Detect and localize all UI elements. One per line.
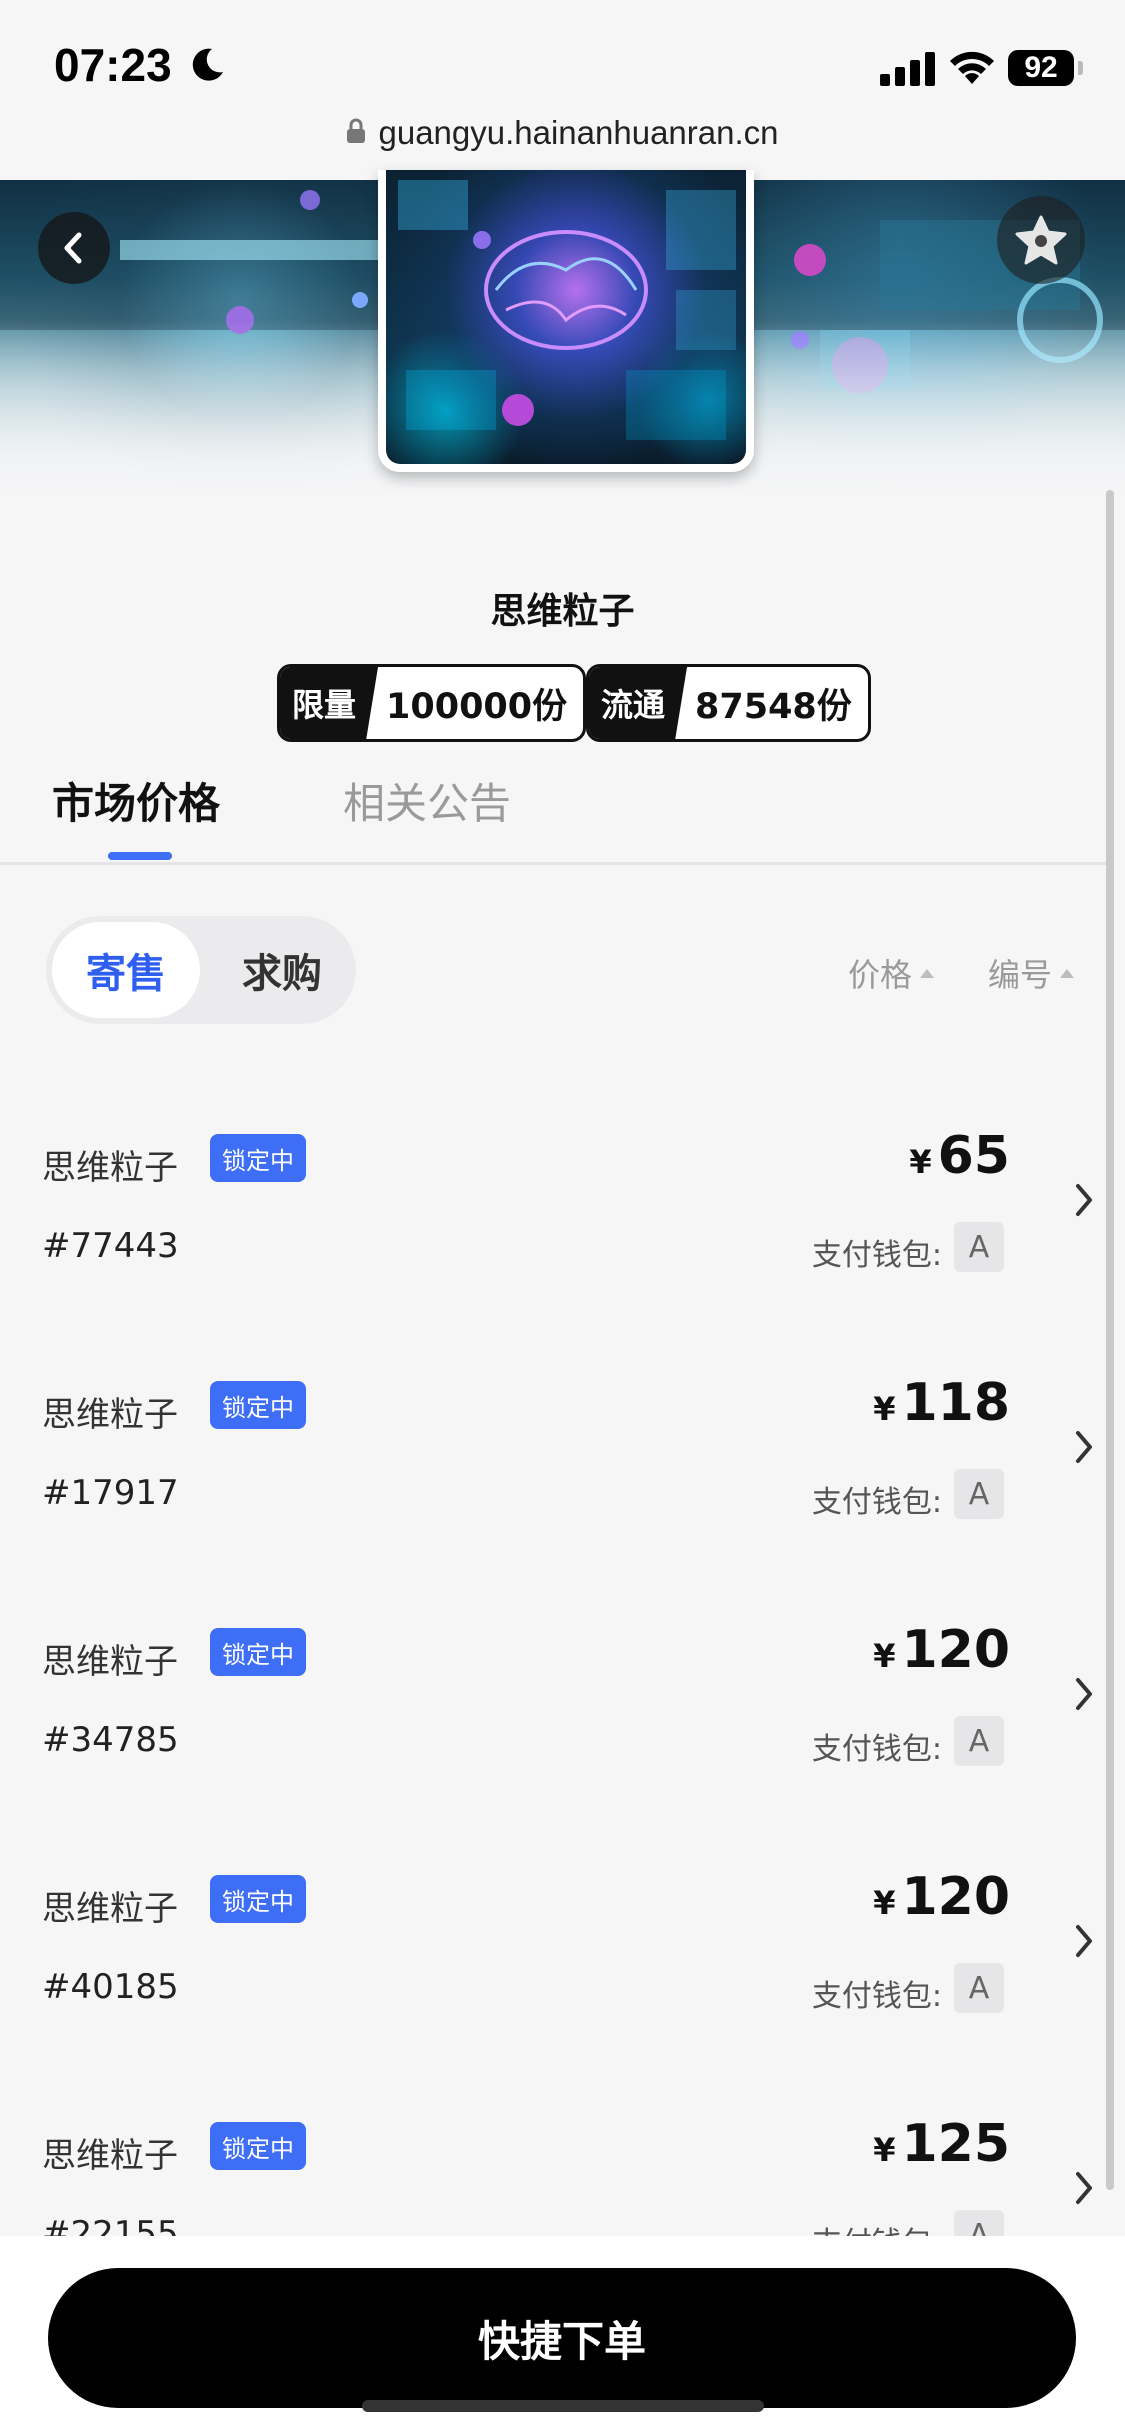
sort-by-serial[interactable]: 编号 xyxy=(988,950,1075,996)
wallet-chip: A xyxy=(954,1963,1004,2013)
locked-tag: 锁定中 xyxy=(210,1134,306,1182)
listing-name: 思维粒子 xyxy=(42,2136,178,2176)
chevron-left-icon xyxy=(64,232,82,264)
listing-price: ¥ 125 xyxy=(873,2114,1010,2174)
currency-symbol: ¥ xyxy=(873,1637,896,1675)
battery-indicator: 92 xyxy=(1008,50,1074,86)
listing-name: 思维粒子 xyxy=(42,1395,178,1435)
battery-cap xyxy=(1078,61,1083,75)
price-value: 120 xyxy=(901,1620,1010,1680)
sort-up-icon xyxy=(1060,968,1075,978)
tab-market-price[interactable]: 市场价格 xyxy=(52,770,220,831)
sort-up-icon xyxy=(920,968,935,978)
segment-buy[interactable]: 求购 xyxy=(216,922,348,1018)
scrollbar[interactable] xyxy=(1106,490,1114,2190)
lock-icon xyxy=(346,114,366,152)
favorite-button[interactable] xyxy=(997,196,1085,284)
listing-serial: #40185 xyxy=(42,1967,179,2007)
currency-symbol: ¥ xyxy=(873,2131,896,2169)
listing-serial: #34785 xyxy=(42,1720,179,1760)
price-value: 125 xyxy=(901,2114,1010,2174)
listing-price: ¥ 65 xyxy=(909,1126,1010,1186)
star-icon xyxy=(1015,215,1067,265)
chevron-right-icon xyxy=(1072,1674,1096,1718)
listing-row[interactable]: 思维粒子 锁定中 ¥ 120 #40185 支付钱包: A xyxy=(0,1867,1110,2127)
listing-price: ¥ 120 xyxy=(873,1867,1010,1927)
currency-symbol: ¥ xyxy=(873,1390,896,1428)
circulation-badge: 流通 87548份 xyxy=(586,664,871,742)
circulation-label: 流通 xyxy=(589,667,688,739)
chevron-right-icon xyxy=(1072,1427,1096,1471)
sell-buy-toggle: 寄售 求购 xyxy=(46,916,356,1024)
wallet-chip: A xyxy=(954,1469,1004,1519)
locked-tag: 锁定中 xyxy=(210,1628,306,1676)
listing-serial: #17917 xyxy=(42,1473,179,1513)
home-indicator[interactable] xyxy=(362,2400,764,2412)
locked-tag: 锁定中 xyxy=(210,1875,306,1923)
listing-name: 思维粒子 xyxy=(42,1148,178,1188)
wallet-chip: A xyxy=(954,1716,1004,1766)
wallet-chip: A xyxy=(954,1222,1004,1272)
chevron-right-icon xyxy=(1072,1921,1096,1965)
moon-icon xyxy=(188,46,226,88)
brain-illustration xyxy=(398,180,736,440)
limit-badge: 限量 100000份 xyxy=(277,664,587,742)
tab-active-indicator xyxy=(108,852,172,860)
listing-price: ¥ 118 xyxy=(873,1373,1010,1433)
price-value: 65 xyxy=(937,1126,1010,1186)
wifi-icon xyxy=(948,48,996,90)
price-value: 118 xyxy=(901,1373,1010,1433)
quick-order-button[interactable]: 快捷下单 xyxy=(48,2268,1076,2408)
sort-price-label: 价格 xyxy=(848,956,913,994)
listing-serial: #77443 xyxy=(42,1226,179,1266)
wallet-label: 支付钱包: xyxy=(811,1979,942,2014)
listing-name: 思维粒子 xyxy=(42,1642,178,1682)
listing-name: 思维粒子 xyxy=(42,1889,178,1929)
status-time: 07:23 xyxy=(54,39,172,91)
wallet-label: 支付钱包: xyxy=(811,1238,942,1273)
chevron-right-icon xyxy=(1072,2168,1096,2212)
listing-price: ¥ 120 xyxy=(873,1620,1010,1680)
currency-symbol: ¥ xyxy=(909,1143,932,1181)
limit-value: 100000份 xyxy=(386,686,568,727)
browser-url: guangyu.hainanhuanran.cn xyxy=(378,114,779,151)
wallet-label: 支付钱包: xyxy=(811,1485,942,1520)
listing-row[interactable]: 思维粒子 锁定中 ¥ 118 #17917 支付钱包: A xyxy=(0,1373,1110,1633)
locked-tag: 锁定中 xyxy=(210,2122,306,2170)
listing-row[interactable]: 思维粒子 锁定中 ¥ 120 #34785 支付钱包: A xyxy=(0,1620,1110,1880)
price-value: 120 xyxy=(901,1867,1010,1927)
product-cover-image xyxy=(378,170,754,472)
sort-by-price[interactable]: 价格 xyxy=(848,950,935,996)
sort-serial-label: 编号 xyxy=(988,956,1053,994)
chevron-right-icon xyxy=(1072,1180,1096,1224)
back-button[interactable] xyxy=(38,212,110,284)
tab-divider xyxy=(0,862,1110,865)
listing-row[interactable]: 思维粒子 锁定中 ¥ 65 #77443 支付钱包: A xyxy=(0,1126,1110,1386)
wallet-label: 支付钱包: xyxy=(811,1732,942,1767)
cellular-signal-icon xyxy=(880,52,936,90)
tab-announcements[interactable]: 相关公告 xyxy=(343,770,511,831)
limit-label: 限量 xyxy=(280,667,379,739)
locked-tag: 锁定中 xyxy=(210,1381,306,1429)
product-title: 思维粒子 xyxy=(490,591,635,632)
segment-sell[interactable]: 寄售 xyxy=(52,922,200,1018)
circulation-value: 87548份 xyxy=(695,686,852,727)
currency-symbol: ¥ xyxy=(873,1884,896,1922)
